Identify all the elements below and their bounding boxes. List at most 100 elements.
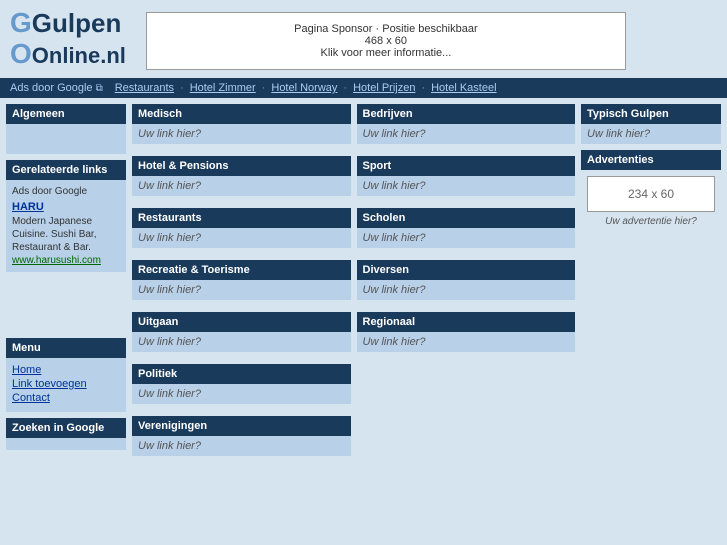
logo-area: GGulpen OOnline.nl: [10, 8, 126, 70]
cat-regionaal-link[interactable]: Uw link hier?: [363, 336, 426, 348]
cat-sport-body: Uw link hier?: [357, 176, 576, 196]
cat-politiek-body: Uw link hier?: [132, 384, 351, 404]
cat-verenigingen-body: Uw link hier?: [132, 436, 351, 456]
cat-diversen: Diversen Uw link hier?: [357, 260, 576, 300]
zoeken-title: Zoeken in Google: [6, 418, 126, 438]
menu-title: Menu: [6, 338, 126, 358]
cat-medisch: Medisch Uw link hier?: [132, 104, 351, 144]
external-icon: ⧉: [96, 83, 103, 94]
cat-sport-link[interactable]: Uw link hier?: [363, 180, 426, 192]
row-verenigingen: Verenigingen Uw link hier?: [132, 416, 575, 462]
logo-line2: OOnline.nl: [10, 38, 126, 69]
main-layout: Algemeen Gerelateerde links Ads door Goo…: [0, 98, 727, 474]
cat-medisch-title: Medisch: [132, 104, 351, 124]
right-sidebar: Typisch Gulpen Uw link hier? Advertentie…: [581, 104, 721, 229]
cat-hotel-pensions: Hotel & Pensions Uw link hier?: [132, 156, 351, 196]
cat-bedrijven-link[interactable]: Uw link hier?: [363, 128, 426, 140]
cat-diversen-title: Diversen: [357, 260, 576, 280]
cat-scholen-title: Scholen: [357, 208, 576, 228]
menu-link-home[interactable]: Home: [12, 364, 120, 376]
typisch-section: Typisch Gulpen Uw link hier?: [581, 104, 721, 144]
cat-recreatie-title: Recreatie & Toerisme: [132, 260, 351, 280]
typisch-title: Typisch Gulpen: [581, 104, 721, 124]
algemeen-body: [6, 124, 126, 154]
row-medisch-bedrijven: Medisch Uw link hier? Bedrijven Uw link …: [132, 104, 575, 150]
sidebar-ads-google: Ads door Google: [12, 186, 120, 197]
cat-diversen-link[interactable]: Uw link hier?: [363, 284, 426, 296]
logo: GGulpen OOnline.nl: [10, 8, 126, 70]
menu-link-toevoegen[interactable]: Link toevoegen: [12, 378, 120, 390]
gerelateerde-body: Ads door Google HARU Modern Japanese Cui…: [6, 180, 126, 272]
logo-line1: GGulpen: [10, 7, 121, 38]
sidebar-ads-text: Ads door Google: [12, 186, 87, 197]
ads-google-text: Ads door Google: [10, 82, 93, 94]
ad-link[interactable]: Uw advertentie hier?: [581, 214, 721, 229]
nav-link-hotel-zimmer[interactable]: Hotel Zimmer: [190, 82, 256, 94]
sponsor-line1: Pagina Sponsor · Positie beschikbaar: [167, 23, 605, 35]
cat-restaurants-title: Restaurants: [132, 208, 351, 228]
haru-link[interactable]: HARU: [12, 201, 120, 213]
cat-hotel-pensions-body: Uw link hier?: [132, 176, 351, 196]
algemeen-title: Algemeen: [6, 104, 126, 124]
cat-recreatie-link[interactable]: Uw link hier?: [138, 284, 201, 296]
sponsor-box[interactable]: Pagina Sponsor · Positie beschikbaar 468…: [146, 12, 626, 70]
cat-regionaal-body: Uw link hier?: [357, 332, 576, 352]
gerelateerde-title: Gerelateerde links: [6, 160, 126, 180]
cat-regionaal: Regionaal Uw link hier?: [357, 312, 576, 352]
cat-sport-title: Sport: [357, 156, 576, 176]
cat-scholen-link[interactable]: Uw link hier?: [363, 232, 426, 244]
advertenties-title: Advertenties: [581, 150, 721, 170]
ads-google-nav: Ads door Google ⧉: [10, 82, 103, 94]
cat-scholen: Scholen Uw link hier?: [357, 208, 576, 248]
cat-recreatie-body: Uw link hier?: [132, 280, 351, 300]
center-content: Medisch Uw link hier? Bedrijven Uw link …: [132, 104, 575, 468]
typisch-body: Uw link hier?: [581, 124, 721, 144]
typisch-link[interactable]: Uw link hier?: [587, 128, 650, 140]
menu-link-contact[interactable]: Contact: [12, 392, 120, 404]
cat-uitgaan-link[interactable]: Uw link hier?: [138, 336, 201, 348]
haru-url[interactable]: www.harusushi.com: [12, 255, 101, 266]
gerelateerde-section: Gerelateerde links Ads door Google HARU …: [6, 160, 126, 272]
menu-section: Menu Home Link toevoegen Contact: [6, 338, 126, 412]
cat-uitgaan-body: Uw link hier?: [132, 332, 351, 352]
nav-bar: Ads door Google ⧉ Restaurants · Hotel Zi…: [0, 78, 727, 98]
cat-verenigingen-link[interactable]: Uw link hier?: [138, 440, 201, 452]
cat-bedrijven: Bedrijven Uw link hier?: [357, 104, 576, 144]
cat-bedrijven-title: Bedrijven: [357, 104, 576, 124]
nav-link-hotel-kasteel[interactable]: Hotel Kasteel: [431, 82, 496, 94]
ad-size-label: 234 x 60: [628, 187, 674, 201]
cat-politiek-title: Politiek: [132, 364, 351, 384]
zoeken-section: Zoeken in Google: [6, 418, 126, 450]
cat-recreatie: Recreatie & Toerisme Uw link hier?: [132, 260, 351, 300]
nav-link-restaurants[interactable]: Restaurants: [115, 82, 174, 94]
row-hotel-sport: Hotel & Pensions Uw link hier? Sport Uw …: [132, 156, 575, 202]
algemeen-section: Algemeen: [6, 104, 126, 154]
zoeken-body: [6, 438, 126, 450]
cat-restaurants-link[interactable]: Uw link hier?: [138, 232, 201, 244]
left-sidebar: Algemeen Gerelateerde links Ads door Goo…: [6, 104, 126, 450]
cat-hotel-pensions-link[interactable]: Uw link hier?: [138, 180, 201, 192]
cat-verenigingen-title: Verenigingen: [132, 416, 351, 436]
cat-restaurants: Restaurants Uw link hier?: [132, 208, 351, 248]
cat-regionaal-title: Regionaal: [357, 312, 576, 332]
header: GGulpen OOnline.nl Pagina Sponsor · Posi…: [0, 0, 727, 78]
row-recreatie-diversen: Recreatie & Toerisme Uw link hier? Diver…: [132, 260, 575, 306]
cat-politiek-link[interactable]: Uw link hier?: [138, 388, 201, 400]
sponsor-line3: Klik voor meer informatie...: [167, 47, 605, 59]
row-uitgaan-regionaal: Uitgaan Uw link hier? Regionaal Uw link …: [132, 312, 575, 358]
advertenties-section: Advertenties 234 x 60 Uw advertentie hie…: [581, 150, 721, 229]
cat-diversen-body: Uw link hier?: [357, 280, 576, 300]
cat-medisch-link[interactable]: Uw link hier?: [138, 128, 201, 140]
cat-hotel-pensions-title: Hotel & Pensions: [132, 156, 351, 176]
cat-medisch-body: Uw link hier?: [132, 124, 351, 144]
ad-box[interactable]: 234 x 60: [587, 176, 715, 212]
cat-sport: Sport Uw link hier?: [357, 156, 576, 196]
nav-link-hotel-norway[interactable]: Hotel Norway: [271, 82, 337, 94]
cat-scholen-body: Uw link hier?: [357, 228, 576, 248]
menu-body: Home Link toevoegen Contact: [6, 358, 126, 412]
nav-link-hotel-prijzen[interactable]: Hotel Prijzen: [353, 82, 415, 94]
row-restaurants-scholen: Restaurants Uw link hier? Scholen Uw lin…: [132, 208, 575, 254]
cat-uitgaan: Uitgaan Uw link hier?: [132, 312, 351, 352]
cat-restaurants-body: Uw link hier?: [132, 228, 351, 248]
cat-uitgaan-title: Uitgaan: [132, 312, 351, 332]
